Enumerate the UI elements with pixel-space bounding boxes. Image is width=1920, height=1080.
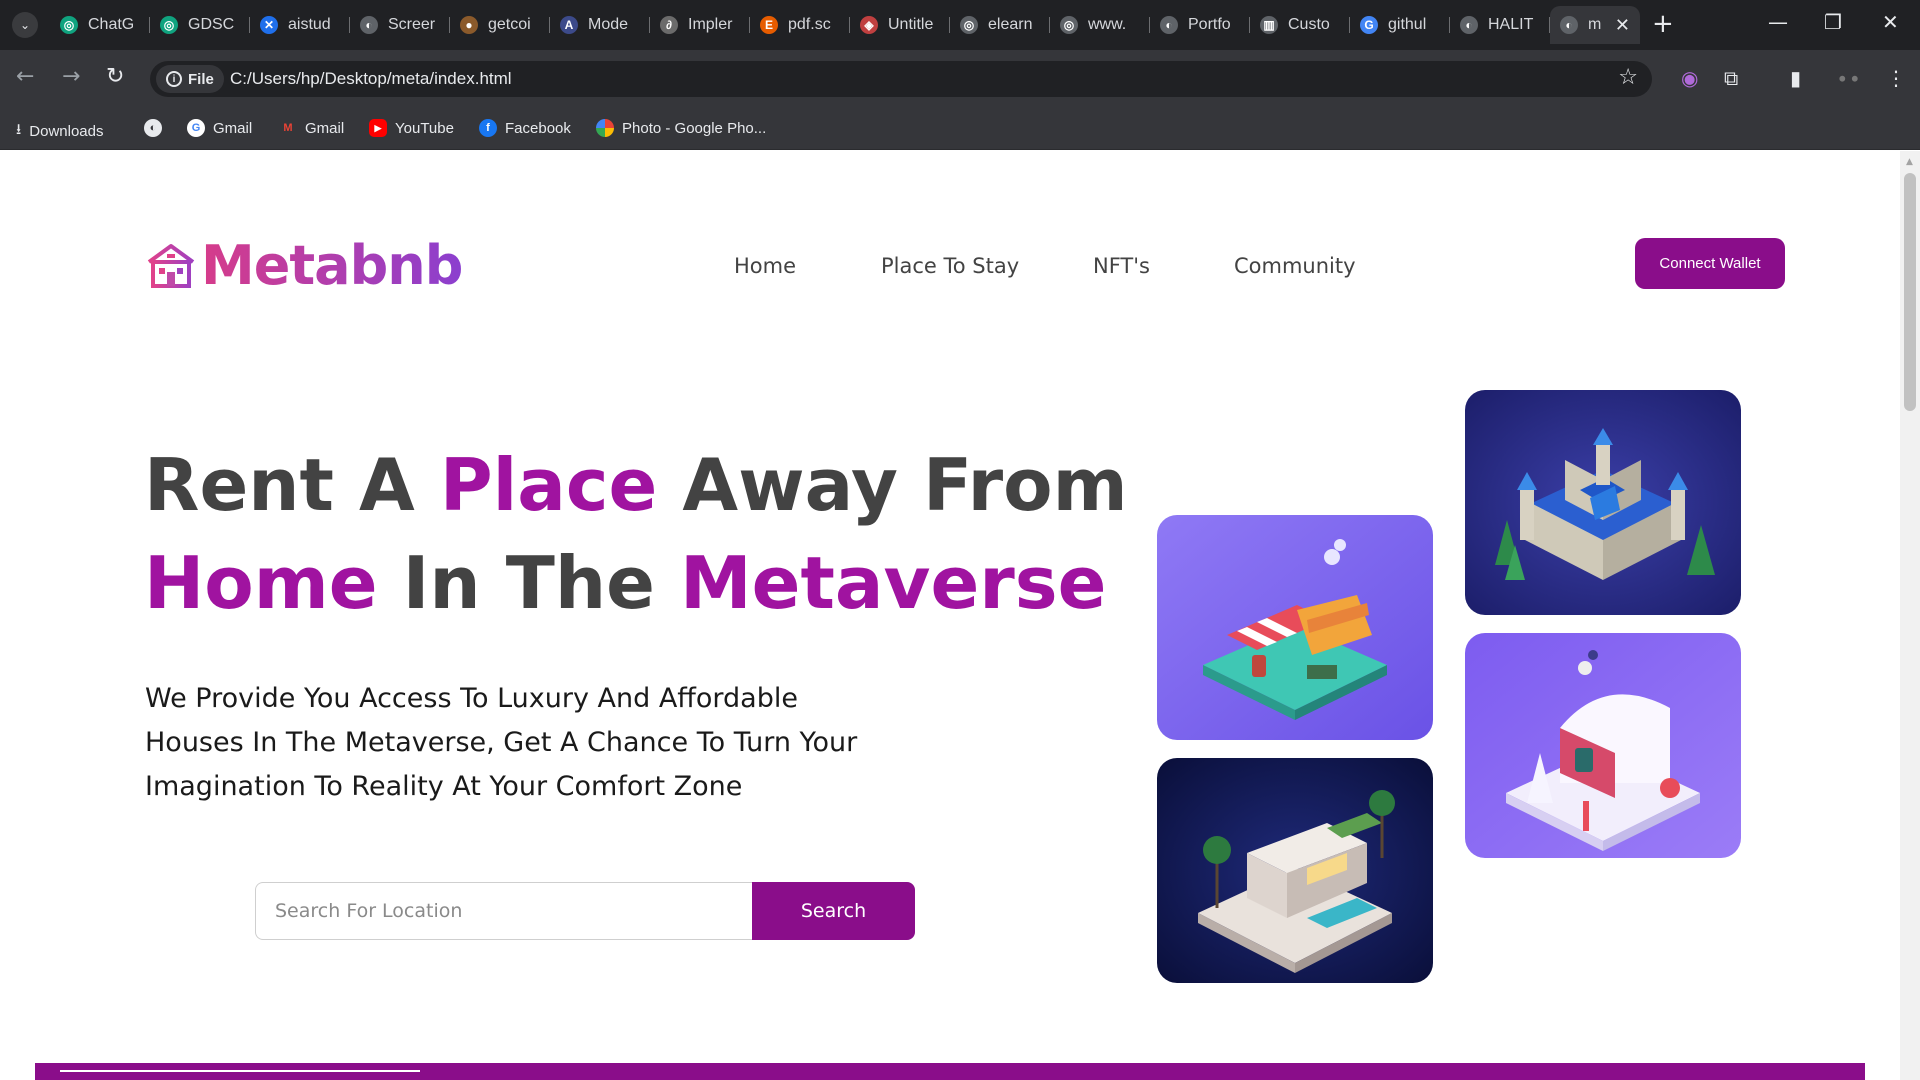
browser-tab[interactable]: ◐ Portfo xyxy=(1150,6,1250,44)
location-search: Search xyxy=(255,882,915,940)
browser-tab[interactable]: ● getcoi xyxy=(450,6,550,44)
address-bar[interactable]: i File C:/Users/hp/Desktop/meta/index.ht… xyxy=(150,61,1652,97)
chatgpt-icon: ◎ xyxy=(60,16,78,34)
audio-icon: ▥ xyxy=(1260,16,1278,34)
connect-wallet-button[interactable]: Connect Wallet xyxy=(1635,238,1785,289)
snow-cottage-image xyxy=(1465,633,1741,858)
nav-place-to-stay[interactable]: Place To Stay xyxy=(881,254,1019,278)
back-arrow-icon[interactable]: ← xyxy=(16,64,34,89)
bookmark-facebook[interactable]: f Facebook xyxy=(479,119,571,137)
nav-nfts[interactable]: NFT's xyxy=(1093,254,1150,278)
browser-tab[interactable]: ✕ aistud xyxy=(250,6,350,44)
restore-icon[interactable]: ❐ xyxy=(1824,10,1842,34)
bookmark-google-photos[interactable]: Photo - Google Pho... xyxy=(596,119,766,137)
reload-icon[interactable]: ↻ xyxy=(106,64,124,89)
browser-tab[interactable]: ▥ Custo xyxy=(1250,6,1350,44)
headline-line-1: Rent A Place Away From xyxy=(144,443,1128,527)
google-photos-icon xyxy=(596,119,614,137)
bookmarks-bar: ⭳ Downloads ◐ G Gmail M Gmail ▶ YouTube f Fac… xyxy=(0,108,1920,150)
globe-icon: ◐ xyxy=(1560,16,1578,34)
profile-extension-icon[interactable]: ◉ xyxy=(1681,66,1698,90)
browser-tab[interactable]: ◎ GDSC xyxy=(150,6,250,44)
headline-line-2: Home In The Metaverse xyxy=(144,541,1107,625)
link-icon: ∂ xyxy=(660,16,678,34)
window-close-icon[interactable]: ✕ xyxy=(1882,10,1899,34)
bookmark-star-icon[interactable]: ☆ xyxy=(1618,65,1638,90)
openai-icon: ◎ xyxy=(1060,16,1078,34)
extensions-puzzle-icon[interactable]: ⧉ xyxy=(1724,66,1738,90)
browser-tab[interactable]: Epdf.sc xyxy=(750,6,850,44)
url-text[interactable]: C:/Users/hp/Desktop/meta/index.html xyxy=(230,69,512,89)
market-stall-image xyxy=(1157,515,1433,740)
castle-image xyxy=(1465,390,1741,615)
site-info-chip[interactable]: i File xyxy=(156,65,224,93)
hero-description: We Provide You Access To Luxury And Affo… xyxy=(145,683,858,802)
browser-tab[interactable]: ◐ Screer xyxy=(350,6,450,44)
page-scrollbar[interactable]: ▲ xyxy=(1900,151,1920,1080)
a-logo-icon: A xyxy=(560,16,578,34)
figma-icon: ◈ xyxy=(860,16,878,34)
house-logo-icon xyxy=(147,243,195,288)
tab-search-chevron-icon[interactable]: ⌄ xyxy=(12,12,38,38)
browser-tab[interactable]: ◎ www. xyxy=(1050,6,1150,44)
facebook-icon: f xyxy=(479,119,497,137)
search-location-input[interactable] xyxy=(255,882,752,940)
google-icon: G xyxy=(187,119,205,137)
globe-icon: ◐ xyxy=(144,119,162,137)
menu-kebab-icon[interactable]: ⋮ xyxy=(1886,66,1906,90)
browser-tab[interactable]: ◎ ChatG xyxy=(50,6,150,44)
minimize-icon[interactable]: — xyxy=(1768,10,1788,34)
e-logo-icon: E xyxy=(760,16,778,34)
bookmark-globe[interactable]: ◐ xyxy=(144,119,162,137)
bookmark-gmail[interactable]: M Gmail xyxy=(279,119,344,137)
site-logo[interactable]: Metabnb xyxy=(145,234,463,297)
browser-tab-active[interactable]: ◐ m ✕ xyxy=(1550,6,1640,44)
google-icon: G xyxy=(1360,16,1378,34)
tab-list: ◎ ChatG ◎ GDSC ✕ aistud ◐ Screer ● getcoi A Mo… xyxy=(50,6,1640,44)
browser-tab[interactable]: A Mode xyxy=(550,6,650,44)
logo-text: Metabnb xyxy=(201,234,463,297)
openai-icon: ◎ xyxy=(960,16,978,34)
nav-home[interactable]: Home xyxy=(734,254,796,278)
scroll-thumb[interactable] xyxy=(1904,173,1916,411)
info-icon: i xyxy=(166,71,182,87)
youtube-icon: ▶ xyxy=(369,119,387,137)
bookmark-gmail-google[interactable]: G Gmail xyxy=(187,119,252,137)
nav-community[interactable]: Community xyxy=(1234,254,1356,278)
openai-icon: ◎ xyxy=(160,16,178,34)
browser-tab[interactable]: ◐ HALIT xyxy=(1450,6,1550,44)
bookmark-downloads[interactable]: ⭳ Downloads xyxy=(16,119,103,144)
modern-villa-image xyxy=(1157,758,1433,983)
band-divider-line xyxy=(60,1070,420,1072)
globe-icon: ◐ xyxy=(1160,16,1178,34)
browser-tab[interactable]: ◈ Untitle xyxy=(850,6,950,44)
avatar-icon: ● xyxy=(460,16,478,34)
new-tab-plus-icon[interactable]: + xyxy=(1652,10,1674,38)
close-tab-icon[interactable]: ✕ xyxy=(1615,15,1630,36)
account-icon[interactable]: ∙∙ xyxy=(1836,66,1861,90)
search-button[interactable]: Search xyxy=(752,882,915,940)
browser-tab-strip: ⌄ ◎ ChatG ◎ GDSC ✕ aistud ◐ Screer ● getcoi A… xyxy=(0,0,1920,50)
nav-footer-band xyxy=(35,1063,1865,1080)
globe-icon: ◐ xyxy=(1460,16,1478,34)
side-panel-icon[interactable]: ▮ xyxy=(1790,66,1801,90)
globe-icon: ◐ xyxy=(360,16,378,34)
forward-arrow-icon[interactable]: → xyxy=(62,64,80,89)
scroll-up-arrow-icon[interactable]: ▲ xyxy=(1906,157,1913,167)
browser-tab[interactable]: Ggithul xyxy=(1350,6,1450,44)
address-toolbar: ← → ↻ i File C:/Users/hp/Desktop/meta/in… xyxy=(0,50,1920,108)
x-logo-icon: ✕ xyxy=(260,16,278,34)
download-icon: ⭳ xyxy=(16,121,22,138)
browser-tab[interactable]: ∂ Impler xyxy=(650,6,750,44)
hero-headline: Rent A Place Away From Home In The Metav… xyxy=(144,436,1128,632)
bookmark-youtube[interactable]: ▶ YouTube xyxy=(369,119,454,137)
scheme-label: File xyxy=(188,70,214,88)
page-viewport: Metabnb Home Place To Stay NFT's Communi… xyxy=(0,151,1900,1080)
gmail-icon: M xyxy=(283,122,293,134)
browser-tab[interactable]: ◎ elearn xyxy=(950,6,1050,44)
